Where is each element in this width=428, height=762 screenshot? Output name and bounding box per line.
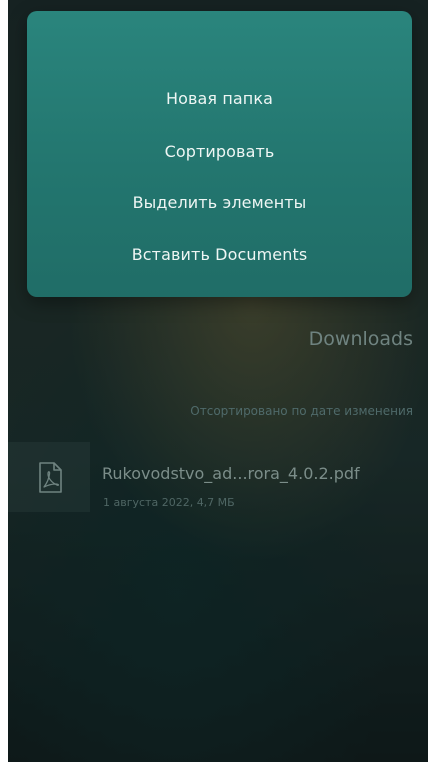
file-thumbnail <box>8 442 90 512</box>
menu-item-select-items[interactable]: Выделить элементы <box>27 192 412 214</box>
context-menu: Новая папка Сортировать Выделить элемент… <box>27 11 412 297</box>
menu-item-new-folder[interactable]: Новая папка <box>27 88 412 110</box>
menu-item-paste[interactable]: Вставить Documents <box>27 244 412 266</box>
menu-item-sort[interactable]: Сортировать <box>27 141 412 163</box>
sort-order-label: Отсортировано по дате изменения <box>190 404 413 418</box>
folder-title: Downloads <box>308 328 413 350</box>
pdf-file-icon <box>39 462 62 493</box>
file-list-item[interactable]: Rukovodstvo_ad...rora_4.0.2.pdf 1 август… <box>8 442 428 512</box>
file-meta: 1 августа 2022, 4,7 МБ <box>103 496 235 509</box>
screen: Downloads Отсортировано по дате изменени… <box>8 0 428 762</box>
file-name: Rukovodstvo_ad...rora_4.0.2.pdf <box>102 464 360 483</box>
